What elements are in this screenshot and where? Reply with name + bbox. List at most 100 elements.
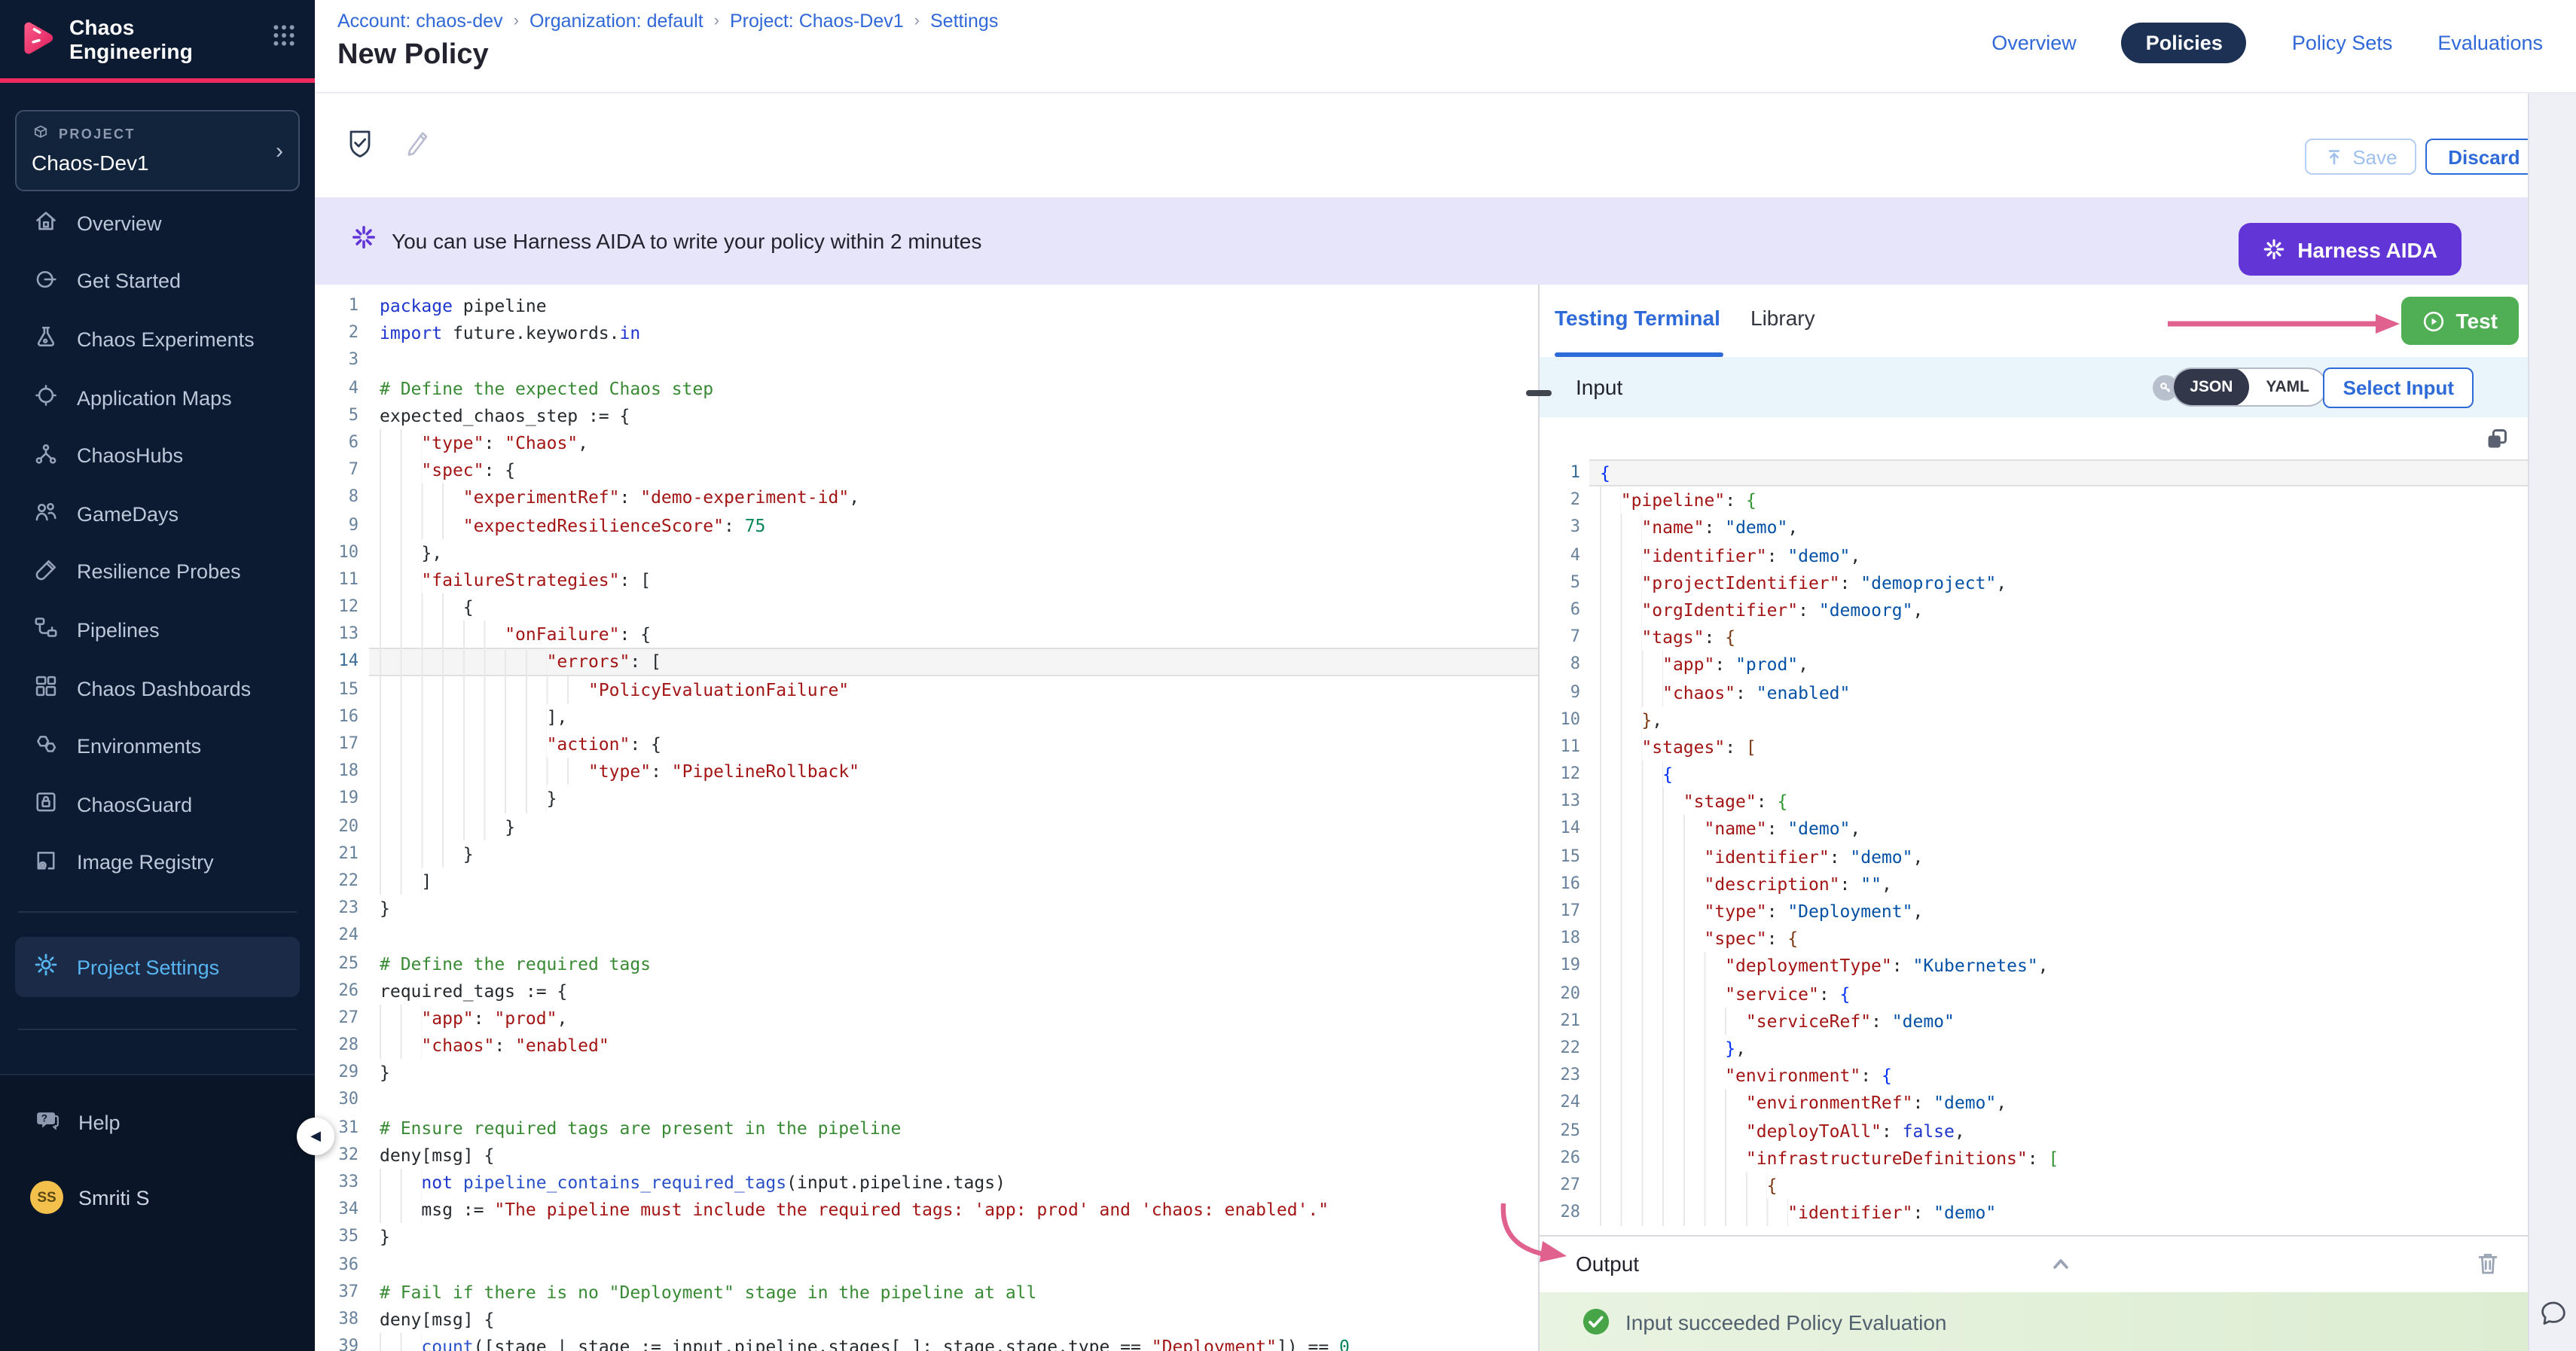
code-line: 5expected_chaos_step := { <box>315 402 1538 429</box>
code-line: 3 <box>315 347 1538 374</box>
avatar: SS <box>30 1181 63 1214</box>
network-icon <box>33 441 59 471</box>
module-switcher-icon[interactable] <box>271 23 297 56</box>
line-number: 21 <box>315 840 369 868</box>
input-json-editor[interactable]: 1{2 "pipeline": {3 "name": "demo",4 "ide… <box>1540 417 2528 1235</box>
sidebar-item-chaos-experiments[interactable]: Chaos Experiments <box>0 310 315 368</box>
code-line: 39 count([stage | stage := input.pipelin… <box>315 1333 1538 1351</box>
line-number: 18 <box>1540 925 1589 952</box>
project-selector[interactable]: PROJECT Chaos-Dev1 › <box>15 110 300 191</box>
code-line: 29} <box>315 1060 1538 1087</box>
top-nav-overview[interactable]: Overview <box>1992 32 2077 54</box>
home-icon <box>33 209 59 239</box>
code-line: 17 "type": "Deployment", <box>1540 898 2528 925</box>
code-line: 18 "spec": { <box>1540 925 2528 952</box>
sidebar-item-chaos-dashboards[interactable]: Chaos Dashboards <box>0 660 315 718</box>
tab-library[interactable]: Library <box>1750 306 1815 330</box>
breadcrumb-link[interactable]: Project: Chaos-Dev1 <box>730 11 904 32</box>
line-number: 4 <box>315 374 369 401</box>
format-option-json[interactable]: JSON <box>2173 367 2249 407</box>
code-line: 2import future.keywords.in <box>315 319 1538 346</box>
code-line: 18 "type": "PipelineRollback" <box>315 758 1538 785</box>
input-section-header: Input JSON YAML Select Input <box>1540 357 2528 417</box>
breadcrumb-link[interactable]: Settings <box>930 11 998 32</box>
format-option-yaml[interactable]: YAML <box>2249 367 2326 407</box>
line-number: 15 <box>315 676 369 703</box>
sidebar-item-environments[interactable]: Environments <box>0 718 315 776</box>
line-number: 5 <box>315 402 369 429</box>
check-circle-icon <box>1582 1307 1610 1336</box>
sidebar-collapse-handle[interactable]: ◀ <box>297 1118 334 1155</box>
annotation-arrow-to-test <box>2165 312 2406 336</box>
test-button[interactable]: Test <box>2402 297 2520 345</box>
sidebar-item-image-registry[interactable]: Image Registry <box>0 834 315 892</box>
right-rail <box>2528 93 2576 1351</box>
top-nav-evaluations[interactable]: Evaluations <box>2437 32 2543 54</box>
sidebar-item-resilience-probes[interactable]: Resilience Probes <box>0 543 315 601</box>
sidebar-item-pipelines[interactable]: Pipelines <box>0 601 315 659</box>
sidebar: Chaos Engineering PROJECT Chaos-Dev1 <box>0 0 315 1351</box>
sidebar-item-help[interactable]: ? Help <box>0 1093 315 1151</box>
sidebar-item-label: Image Registry <box>77 852 214 874</box>
discard-button[interactable]: Discard <box>2425 139 2543 175</box>
top-nav-policy-sets[interactable]: Policy Sets <box>2292 32 2393 54</box>
code-line: 15 "identifier": "demo", <box>1540 843 2528 870</box>
line-number: 13 <box>1540 788 1589 816</box>
line-number: 8 <box>1540 651 1589 679</box>
breadcrumb-link[interactable]: Account: chaos-dev <box>337 11 503 32</box>
code-line: 21 "serviceRef": "demo" <box>1540 1008 2528 1035</box>
code-line: 5 "projectIdentifier": "demoproject", <box>1540 569 2528 596</box>
code-line: 37# Fail if there is no "Deployment" sta… <box>315 1279 1538 1306</box>
code-line: 16 "description": "", <box>1540 871 2528 898</box>
trash-icon[interactable] <box>2475 1250 2501 1285</box>
save-button[interactable]: Save <box>2305 139 2416 175</box>
output-section-header: Output <box>1540 1235 2528 1292</box>
code-line: 8 "experimentRef": "demo-experiment-id", <box>315 484 1538 511</box>
shield-check-icon[interactable] <box>345 128 375 169</box>
svg-text:?: ? <box>41 1112 47 1123</box>
chevron-up-icon[interactable] <box>2049 1252 2073 1283</box>
code-line: 22 ] <box>315 868 1538 895</box>
code-line: 25 "deployToAll": false, <box>1540 1117 2528 1144</box>
sidebar-item-chaosguard[interactable]: ChaosGuard <box>0 776 315 834</box>
line-number: 7 <box>315 456 369 483</box>
code-line: 19 "deploymentType": "Kubernetes", <box>1540 953 2528 980</box>
policy-code-editor[interactable]: 1package pipeline2import future.keywords… <box>315 285 1538 1351</box>
sidebar-item-chaoshubs[interactable]: ChaosHubs <box>0 427 315 485</box>
breadcrumb-link[interactable]: Organization: default <box>530 11 704 32</box>
code-line: 3 "name": "demo", <box>1540 514 2528 541</box>
tab-testing-terminal[interactable]: Testing Terminal <box>1555 306 1720 330</box>
cube-icon <box>32 124 50 145</box>
code-line: 13 "onFailure": { <box>315 621 1538 648</box>
code-line: 4 "identifier": "demo", <box>1540 541 2528 569</box>
project-name: Chaos-Dev1 <box>32 151 283 175</box>
play-circle-icon <box>2423 310 2446 332</box>
sidebar-item-project-settings[interactable]: Project Settings <box>15 937 300 997</box>
sidebar-item-gamedays[interactable]: GameDays <box>0 485 315 543</box>
format-toggle[interactable]: JSON YAML <box>2172 367 2327 407</box>
top-nav-policies[interactable]: Policies <box>2122 23 2247 63</box>
sidebar-user[interactable]: SS Smriti S <box>0 1169 315 1226</box>
page-header: Account: chaos-dev›Organization: default… <box>315 0 2576 93</box>
sidebar-item-label: GameDays <box>77 503 179 526</box>
sidebar-item-application-maps[interactable]: Application Maps <box>0 369 315 427</box>
select-input-button[interactable]: Select Input <box>2324 367 2474 408</box>
line-number: 35 <box>315 1224 369 1251</box>
copy-icon[interactable] <box>2484 426 2510 459</box>
people-icon <box>33 499 59 529</box>
harness-aida-button[interactable]: Harness AIDA <box>2239 223 2462 276</box>
line-number: 14 <box>315 648 369 676</box>
code-line: 35} <box>315 1224 1538 1251</box>
line-number: 6 <box>315 429 369 456</box>
sidebar-item-overview[interactable]: Overview <box>0 194 315 252</box>
sidebar-item-get-started[interactable]: Get Started <box>0 252 315 310</box>
line-number: 36 <box>315 1251 369 1278</box>
line-number: 27 <box>1540 1172 1589 1199</box>
line-number: 39 <box>315 1333 369 1351</box>
line-number: 19 <box>315 785 369 813</box>
edit-pencil-icon[interactable] <box>402 128 432 169</box>
gear-icon <box>33 952 59 982</box>
pane-resize-handle[interactable] <box>1526 390 1552 396</box>
resource-center-chat-icon[interactable] <box>2538 1298 2568 1336</box>
line-number: 16 <box>1540 871 1589 898</box>
